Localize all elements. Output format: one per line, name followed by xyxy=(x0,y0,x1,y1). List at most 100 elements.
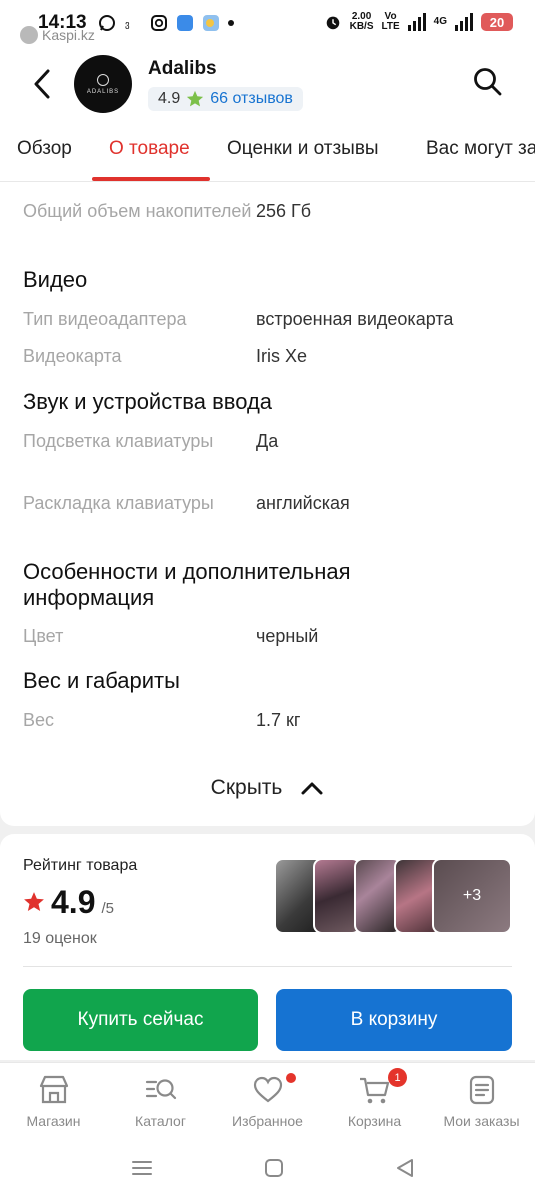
kaspi-logo-icon xyxy=(20,26,38,44)
product-rating-card: Рейтинг товара 4.9 /5 19 оценок +3 Купит… xyxy=(0,834,535,1060)
nav-label: Магазин xyxy=(26,1113,81,1129)
spec-label: Цвет xyxy=(23,626,64,646)
spec-value: черный xyxy=(256,626,319,646)
nav-label: Каталог xyxy=(135,1113,186,1129)
more-photos-button[interactable]: +3 xyxy=(432,858,512,934)
spec-label: Подсветка клавиатуры xyxy=(23,431,214,451)
menu-icon[interactable] xyxy=(130,1156,154,1180)
store-logo-text: ADALIBS xyxy=(86,88,120,95)
store-rating-badge[interactable]: 4.9 66 отзывов xyxy=(148,87,303,111)
spec-group-title-extra: Особенности и дополнительная информация xyxy=(23,559,351,610)
store-avatar[interactable]: ADALIBS xyxy=(74,55,132,113)
spec-group-title-weight: Вес и габариты xyxy=(23,668,180,693)
spec-row-backlight: Подсветка клавиатуры Да xyxy=(23,429,515,454)
spec-row-storage: Общий объем накопителей 256 Гб xyxy=(23,199,515,224)
nav-item-catalog[interactable]: Каталог xyxy=(107,1063,214,1139)
spec-row-adapter-type: Тип видеоадаптера встроенная видеокарта xyxy=(23,307,515,332)
nav-label: Мои заказы xyxy=(443,1113,520,1129)
spec-row-color: Цвет черный xyxy=(23,624,515,649)
spec-row-weight: Вес 1.7 кг xyxy=(23,708,515,733)
divider xyxy=(23,966,512,967)
spec-value: английская xyxy=(256,493,350,513)
back-button[interactable] xyxy=(28,66,58,102)
spec-value: 1.7 кг xyxy=(256,710,301,730)
star-icon xyxy=(24,892,44,912)
tab-overview[interactable]: Обзор xyxy=(17,138,72,160)
nav-item-cart[interactable]: 1 Корзина xyxy=(321,1063,428,1139)
product-rating-max: /5 xyxy=(101,900,114,917)
spec-value: встроенная видеокарта xyxy=(256,309,454,329)
store-logo-icon xyxy=(97,73,109,86)
app-label: Kaspi.kz xyxy=(20,26,95,44)
product-rating-value: 4.9 xyxy=(51,884,96,920)
system-navigation-bar xyxy=(0,1138,535,1200)
spec-label: Видеокарта xyxy=(23,346,122,366)
nav-item-favorites[interactable]: Избранное xyxy=(214,1063,321,1139)
alarm-icon xyxy=(324,13,342,31)
spec-label: Общий объем накопителей xyxy=(23,201,252,221)
status-system-icons: 2.00 KB/S Vo LTE 4G 20 xyxy=(324,12,513,32)
app-icon xyxy=(176,14,194,32)
weather-icon xyxy=(202,14,220,32)
back-triangle-icon[interactable] xyxy=(393,1156,417,1180)
chevron-up-icon xyxy=(301,782,323,795)
specs-section: Общий объем накопителей 256 Гб Видео Тип… xyxy=(0,182,535,826)
bottom-navigation: Магазин Каталог Избранное 1 Корзина Мои … xyxy=(0,1062,535,1138)
status-bar: 14:13 ვ 2.00 KB/S Vo LTE 4G 20 Kaspi.kz xyxy=(0,0,535,48)
nav-label: Корзина xyxy=(347,1113,402,1129)
chevron-left-icon xyxy=(34,69,50,99)
buy-now-button[interactable]: Купить сейчас xyxy=(23,989,258,1051)
media-icon: ვ xyxy=(124,14,142,32)
tab-reviews[interactable]: Оценки и отзывы xyxy=(227,138,379,160)
spec-group-title-video: Видео xyxy=(23,267,88,292)
search-icon xyxy=(474,68,502,96)
more-photos-count: +3 xyxy=(462,887,482,904)
star-icon xyxy=(187,90,204,107)
tab-recommended[interactable]: Вас могут за xyxy=(426,138,535,160)
shop-icon xyxy=(39,1075,69,1104)
svg-text:ვ: ვ xyxy=(125,20,130,30)
hide-specs-label: Скрыть xyxy=(210,776,283,799)
spec-group-title-sound: Звук и устройства ввода xyxy=(23,389,273,414)
search-button[interactable] xyxy=(472,66,504,98)
store-header: ADALIBS Adalibs 4.9 66 отзывов xyxy=(0,48,535,120)
whatsapp-icon xyxy=(98,14,116,32)
network-speed: 2.00 KB/S xyxy=(350,12,374,32)
catalog-search-icon xyxy=(145,1079,177,1100)
heart-icon xyxy=(253,1076,283,1103)
product-rating-title: Рейтинг товара xyxy=(23,857,138,874)
product-rating-count: 19 оценок xyxy=(23,930,97,947)
active-tab-indicator xyxy=(92,177,210,181)
spec-value: 256 Гб xyxy=(256,201,312,221)
nav-item-shop[interactable]: Магазин xyxy=(0,1063,107,1139)
battery-icon: 20 xyxy=(481,13,513,31)
home-square-icon[interactable] xyxy=(262,1156,286,1180)
more-notifications-icon xyxy=(228,20,234,26)
cart-count-badge: 1 xyxy=(388,1068,407,1087)
signal-icon-2 xyxy=(455,13,473,31)
store-name[interactable]: Adalibs xyxy=(148,58,217,80)
spec-value: Да xyxy=(256,431,279,451)
product-rating: 4.9 /5 xyxy=(23,884,114,921)
instagram-icon xyxy=(150,14,168,32)
notification-dot xyxy=(286,1073,296,1083)
store-reviews-link: 66 отзывов xyxy=(210,90,293,107)
spec-label: Вес xyxy=(23,710,55,730)
spec-row-gpu: Видеокарта Iris Xe xyxy=(23,344,515,369)
orders-icon xyxy=(469,1075,495,1105)
nav-item-orders[interactable]: Мои заказы xyxy=(428,1063,535,1139)
app-label-text: Kaspi.kz xyxy=(42,27,95,43)
network-type: 4G xyxy=(433,16,447,27)
hide-specs-button[interactable]: Скрыть xyxy=(0,776,535,800)
spec-value: Iris Xe xyxy=(256,346,308,366)
spec-label: Раскладка клавиатуры xyxy=(23,493,214,513)
add-to-cart-button[interactable]: В корзину xyxy=(276,989,512,1051)
spec-label: Тип видеоадаптера xyxy=(23,309,187,329)
spec-row-keyboard-layout: Раскладка клавиатуры английская xyxy=(23,491,515,516)
status-notification-icons: ვ xyxy=(98,14,234,32)
cart-icon xyxy=(360,1077,390,1104)
volte-icon: Vo LTE xyxy=(381,11,400,32)
tab-about-product[interactable]: О товаре xyxy=(109,138,190,160)
product-tabs: Обзор О товаре Оценки и отзывы Вас могут… xyxy=(0,120,535,182)
speed-unit: KB/S xyxy=(349,21,374,32)
